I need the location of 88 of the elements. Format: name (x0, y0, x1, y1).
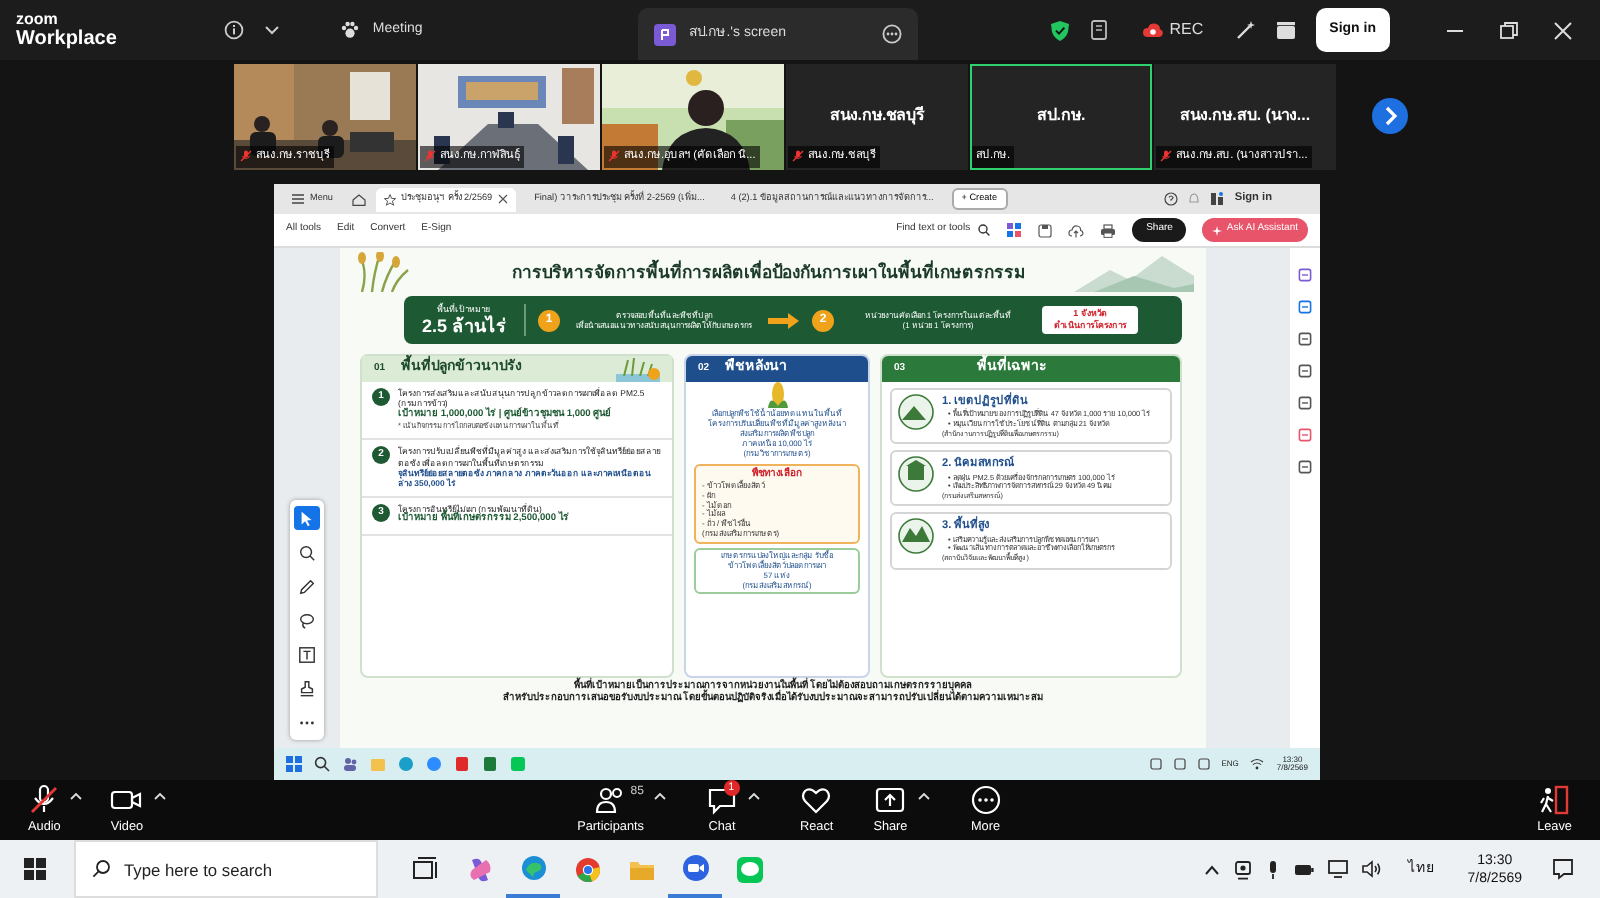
tool-button[interactable] (294, 574, 320, 598)
chat-icon (705, 783, 738, 816)
panel-tool-icon[interactable] (1298, 428, 1312, 442)
zoom-icon (298, 543, 316, 561)
select-cursor-icon (298, 509, 316, 527)
document-title: การบริหารจัดการพื้นที่การผลิตเพื่อป้องกันการเผาในพื้นที่เกษตรกรรม (512, 259, 1026, 285)
target-value: 2.5 ล้านไร่ (421, 316, 506, 337)
info-icon[interactable] (224, 20, 245, 40)
participant-name: สป.กษ. (1036, 104, 1086, 128)
people-icon[interactable] (342, 756, 358, 772)
logo-text: zoom (16, 11, 60, 27)
start-icon[interactable] (286, 756, 302, 772)
restore-icon[interactable] (1500, 21, 1518, 39)
chat-app-icon (735, 855, 763, 883)
home-icon[interactable] (351, 193, 365, 205)
lasso-icon (298, 611, 316, 629)
landscape-badge-icon (898, 394, 934, 430)
search-icon (92, 860, 110, 878)
next-page-icon[interactable] (1372, 98, 1408, 134)
leave-icon (1538, 783, 1571, 816)
participant-name: สนง.กษ.สบ. (นาง... (1179, 104, 1311, 128)
tool-button[interactable] (294, 608, 320, 632)
landscape-badge-icon (898, 518, 934, 555)
more-icon (969, 783, 1002, 816)
help-icon[interactable] (1164, 192, 1179, 206)
rice-field-drawing (616, 357, 660, 381)
menu-icon (292, 194, 304, 204)
caret-up-icon[interactable] (70, 791, 83, 800)
panel-tool-icon[interactable] (1298, 300, 1312, 314)
caret-up-icon[interactable] (153, 791, 166, 800)
browser-icon (573, 855, 601, 883)
close-icon[interactable] (498, 194, 509, 204)
shield-icon[interactable] (1049, 19, 1070, 41)
paw-icon (340, 20, 361, 40)
heart-icon (800, 783, 833, 816)
product-name: Workplace (16, 27, 117, 49)
search-icon (978, 224, 991, 236)
wifi-icon[interactable] (1250, 758, 1265, 770)
pdf-icon[interactable] (454, 756, 470, 772)
task-view-icon (411, 855, 439, 883)
search-icon[interactable] (314, 756, 330, 772)
pen-icon (298, 577, 316, 595)
browser-icon (519, 853, 547, 881)
apps-icon[interactable] (1210, 192, 1225, 206)
network-icon[interactable] (1327, 860, 1348, 878)
people-icon (594, 783, 627, 816)
copilot-icon (465, 855, 493, 883)
print-icon[interactable] (1100, 223, 1117, 237)
tool-button[interactable] (294, 540, 320, 564)
volume-icon[interactable] (1361, 860, 1382, 878)
more-icon[interactable] (882, 24, 903, 44)
chevron-down-icon[interactable] (264, 24, 281, 36)
caret-up-icon[interactable] (653, 791, 666, 800)
windows-icon (24, 858, 46, 880)
webcam-icon[interactable] (1233, 859, 1252, 879)
arrow-right-icon (768, 311, 800, 329)
share-screen-icon (874, 783, 907, 816)
panel-tool-icon[interactable] (1298, 332, 1312, 346)
video-call-icon[interactable] (426, 756, 442, 772)
text-box-icon (298, 645, 316, 663)
organize-icon[interactable] (1006, 222, 1023, 238)
panel-tool-icon[interactable] (1298, 460, 1312, 474)
stamp-icon (298, 679, 316, 697)
mountains-drawing (1074, 252, 1194, 292)
record-button[interactable]: REC (1129, 16, 1216, 44)
microphone-icon[interactable] (1265, 859, 1280, 879)
battery-icon[interactable] (1293, 863, 1314, 875)
screen-share-icon (654, 23, 677, 45)
star-icon[interactable] (383, 193, 395, 205)
panel-tool-icon[interactable] (1298, 364, 1312, 378)
sparkle-icon (1212, 225, 1223, 235)
search-field[interactable]: Type here to search (74, 840, 378, 898)
caret-up-icon[interactable] (917, 791, 930, 800)
document-icon[interactable] (1089, 19, 1110, 41)
panel-tool-icon[interactable] (1298, 396, 1312, 410)
spreadsheet-icon[interactable] (482, 756, 498, 772)
cloud-record-icon (1141, 22, 1164, 38)
video-call-icon (681, 853, 709, 881)
magic-wand-icon[interactable] (1235, 20, 1256, 40)
notification-icon[interactable] (1552, 858, 1574, 880)
caret-up-icon[interactable] (747, 791, 760, 800)
tool-button[interactable] (294, 642, 320, 666)
cloud-upload-icon[interactable] (1068, 223, 1085, 237)
save-icon[interactable] (1038, 223, 1053, 237)
chevron-up-icon[interactable] (1203, 863, 1220, 875)
panel-tool-icon[interactable] (1298, 268, 1312, 282)
landscape-badge-icon (898, 456, 934, 493)
participant-name: สนง.กษ.ชลบุรี (829, 104, 925, 128)
